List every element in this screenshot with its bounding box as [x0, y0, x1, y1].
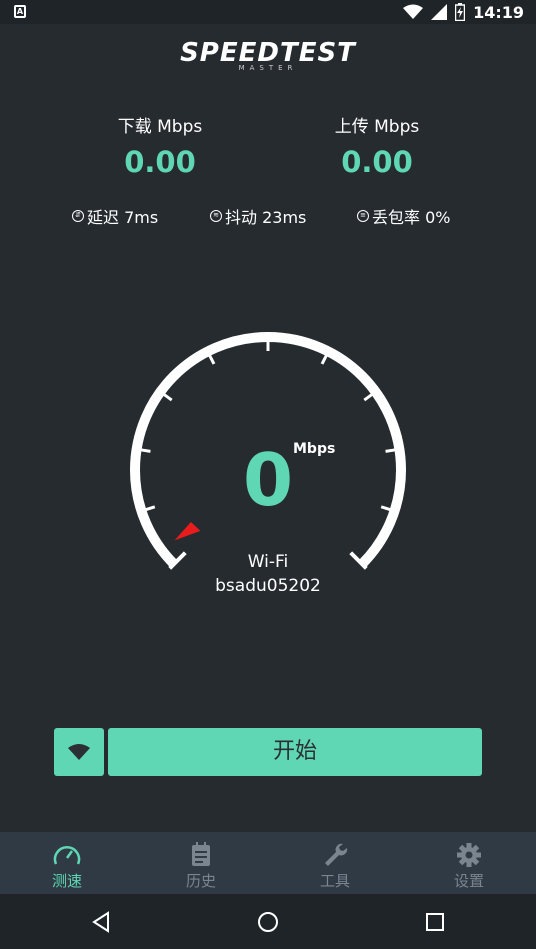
calendar-icon: [192, 842, 210, 866]
status-icons: 14:19: [403, 2, 524, 22]
app-logo: SPEEDTEST MASTER: [0, 38, 536, 72]
gear-icon: [457, 843, 481, 867]
start-button[interactable]: 开始: [108, 728, 482, 776]
gauge-needle: [174, 522, 201, 541]
network-select-button[interactable]: [54, 728, 104, 776]
recents-button[interactable]: [420, 908, 450, 936]
speed-value: 0: [242, 438, 294, 522]
system-nav-bar: [0, 894, 536, 949]
jitter-icon: ≋: [210, 210, 222, 222]
download-label: 下载 Mbps: [117, 117, 203, 137]
download-metric: 下载 Mbps 0.00: [60, 112, 260, 179]
bottom-tab-bar: 测速 历史 工具 设置: [0, 832, 536, 894]
notification-icon: A: [14, 5, 26, 18]
back-button[interactable]: [86, 908, 116, 936]
upload-value: 0.00: [341, 145, 413, 179]
jitter-stat: ≋ 抖动 23ms: [210, 204, 306, 228]
packet-loss-label: 丢包率 0%: [372, 208, 451, 227]
tab-settings[interactable]: 设置: [402, 832, 536, 894]
home-button[interactable]: [253, 908, 283, 936]
download-value: 0.00: [124, 145, 196, 179]
back-icon: [92, 911, 109, 933]
network-type: Wi-Fi: [247, 552, 289, 572]
tab-label: 测速: [51, 872, 82, 890]
home-icon: [258, 912, 278, 932]
stats-row: ⇵ 延迟 7ms ≋ 抖动 23ms ≡ 丢包率 0%: [0, 204, 536, 228]
gauge-tick: [208, 354, 216, 365]
tab-label: 工具: [319, 872, 350, 890]
wifi-icon: [68, 744, 90, 760]
network-info: Wi-Fi bsadu05202: [120, 550, 416, 598]
speedometer-icon: [53, 846, 81, 865]
packet-loss-icon: ≡: [357, 210, 369, 222]
gauge-tick: [363, 392, 374, 402]
latency-label: 延迟 7ms: [87, 208, 159, 227]
recents-icon: [426, 913, 444, 931]
network-ssid: bsadu05202: [215, 576, 321, 596]
tab-speedtest[interactable]: 测速: [0, 832, 134, 894]
latency-stat: ⇵ 延迟 7ms: [72, 204, 158, 228]
tab-label: 历史: [185, 872, 216, 890]
wifi-signal-icon: [403, 4, 424, 19]
gauge-tick: [320, 354, 328, 365]
gauge-tick: [162, 392, 173, 402]
upload-metric: 上传 Mbps 0.00: [277, 112, 477, 179]
tab-label: 设置: [453, 872, 484, 890]
tab-history[interactable]: 历史: [134, 832, 268, 894]
logo-subtitle: MASTER: [238, 64, 298, 72]
jitter-label: 抖动 23ms: [225, 208, 307, 227]
wrench-icon: [325, 843, 348, 866]
packet-loss-stat: ≡ 丢包率 0%: [357, 204, 450, 228]
latency-icon: ⇵: [72, 210, 84, 222]
clock: 14:19: [473, 2, 524, 22]
status-bar: A 14:19: [0, 0, 536, 24]
battery-icon: [455, 3, 466, 21]
tab-tools[interactable]: 工具: [268, 832, 402, 894]
cell-signal-icon: [431, 4, 448, 20]
speed-unit: Mbps: [293, 441, 336, 457]
upload-label: 上传 Mbps: [334, 117, 420, 137]
